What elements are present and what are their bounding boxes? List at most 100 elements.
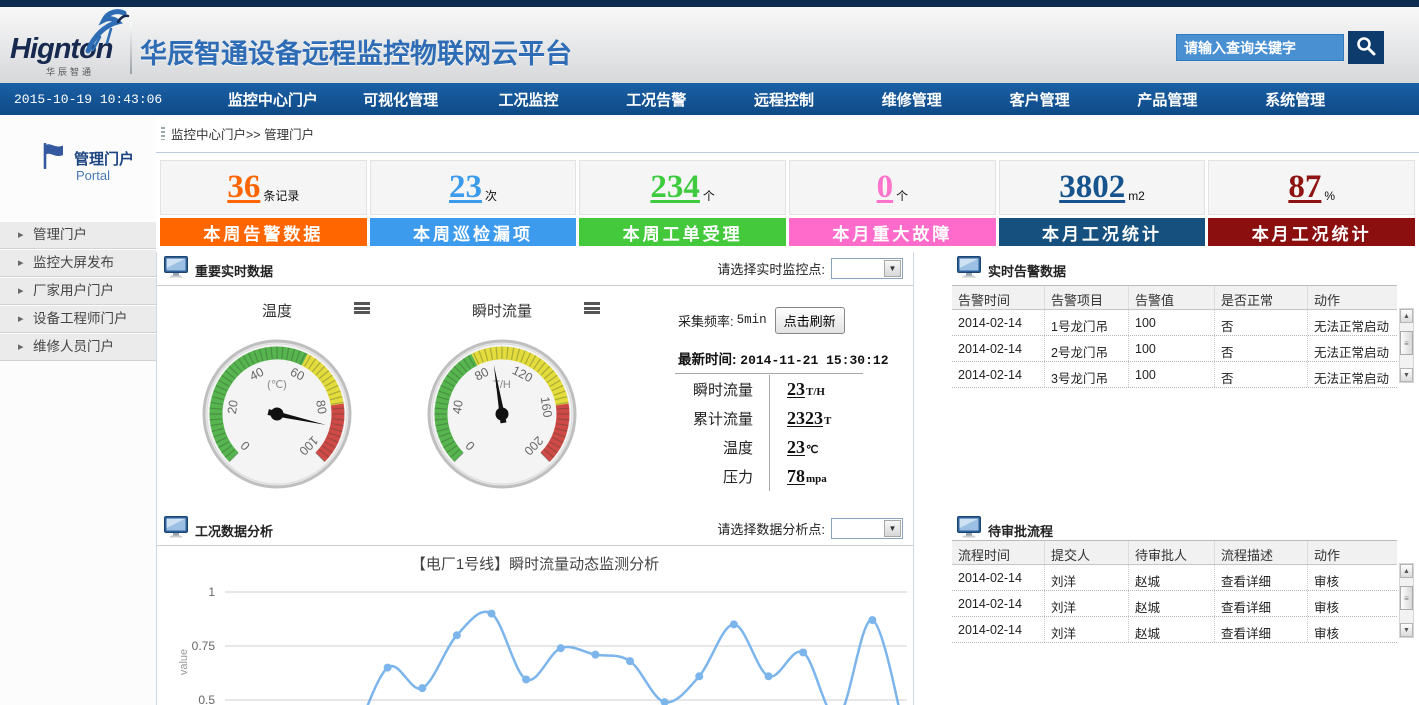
frequency-value: 5min: [737, 313, 767, 327]
stat-card-label[interactable]: 本周告警数据: [160, 218, 367, 246]
stat-card-value-box: 0个: [789, 160, 996, 215]
stat-card-number[interactable]: 23: [449, 171, 482, 204]
table-cell: 2014-02-14: [952, 565, 1044, 590]
stat-card-label[interactable]: 本周巡检漏项: [370, 218, 577, 246]
table-cell[interactable]: 审核: [1307, 591, 1397, 616]
stat-card-label[interactable]: 本月工况统计: [1208, 218, 1415, 246]
approvals-table: 流程时间提交人待审批人流程描述动作2014-02-14刘洋赵城查看详细审核201…: [952, 540, 1397, 643]
nav-item-监控中心门户[interactable]: 监控中心门户: [209, 83, 337, 115]
monitor-point-select-label: 请选择实时监控点:: [717, 259, 825, 278]
column-header-动作: 动作: [1307, 286, 1397, 309]
nav-item-系统管理[interactable]: 系统管理: [1231, 83, 1359, 115]
chart-menu-icon[interactable]: [584, 302, 600, 314]
chevron-down-icon[interactable]: ▼: [884, 520, 901, 537]
scrollbar-thumb[interactable]: ≡: [1400, 586, 1413, 610]
chart-menu-icon[interactable]: [354, 302, 370, 314]
deer-logo-icon: [80, 7, 130, 60]
monitor-point-select[interactable]: ▼: [831, 258, 903, 279]
sidebar-item-监控大屏发布[interactable]: 监控大屏发布: [0, 249, 156, 277]
table-cell[interactable]: 查看详细: [1214, 591, 1307, 616]
reading-row: 瞬时流量23T/H: [630, 375, 831, 404]
monitor-icon: [164, 516, 188, 544]
table-cell[interactable]: 审核: [1307, 617, 1397, 642]
scrollbar-thumb[interactable]: ≡: [1400, 331, 1413, 355]
reading-value: 23T/H: [770, 379, 825, 400]
table-cell[interactable]: 审核: [1307, 565, 1397, 590]
table-cell: 赵城: [1128, 565, 1214, 590]
sidebar-item-设备工程师门户[interactable]: 设备工程师门户: [0, 305, 156, 333]
table-row: 2014-02-14刘洋赵城查看详细审核: [952, 565, 1397, 591]
nav-item-客户管理[interactable]: 客户管理: [976, 83, 1104, 115]
column-header-动作: 动作: [1307, 541, 1397, 564]
frequency-label: 采集频率:: [678, 311, 734, 330]
sidebar-item-管理门户[interactable]: 管理门户: [0, 221, 156, 249]
divider: [156, 152, 1419, 153]
breadcrumb-text: 监控中心门户>> 管理门户: [171, 124, 314, 143]
scroll-down-icon[interactable]: ▼: [1400, 368, 1413, 382]
table-cell: 否: [1214, 310, 1307, 335]
page-title: 华辰智通设备远程监控物联网云平台: [140, 32, 572, 71]
flow-gauge-title: 瞬时流量: [442, 300, 562, 321]
stat-card-unit: 个: [703, 187, 715, 204]
stat-card-label[interactable]: 本周工单受理: [579, 218, 786, 246]
search-input[interactable]: [1176, 34, 1344, 61]
table-header-row: 流程时间提交人待审批人流程描述动作: [952, 541, 1397, 565]
analysis-point-select[interactable]: ▼: [831, 518, 903, 539]
svg-text:20: 20: [225, 399, 241, 415]
table-cell: 1号龙门吊: [1044, 310, 1128, 335]
app-header: Hignton 华辰智通 华辰智通设备远程监控物联网云平台: [0, 7, 1419, 83]
chevron-down-icon[interactable]: ▼: [884, 260, 901, 277]
alarms-section-title: 实时告警数据: [988, 261, 1066, 280]
table-cell[interactable]: 查看详细: [1214, 565, 1307, 590]
scroll-up-icon[interactable]: ▲: [1400, 564, 1413, 578]
stat-card-number[interactable]: 87: [1288, 171, 1321, 204]
stat-card-number[interactable]: 36: [227, 171, 260, 204]
stat-card-unit: 个: [896, 187, 908, 204]
nav-item-工况监控[interactable]: 工况监控: [465, 83, 593, 115]
nav-item-远程控制[interactable]: 远程控制: [720, 83, 848, 115]
reading-label: 压力: [630, 462, 770, 491]
latest-time-value: 2014-11-21 15:30:12: [740, 353, 888, 368]
approvals-table-scrollbar[interactable]: ▲ ≡ ▼: [1399, 563, 1414, 638]
readings-list: 瞬时流量23T/H累计流量2323T温度23℃压力78mpa: [630, 375, 831, 491]
monitor-icon: [957, 256, 981, 284]
reading-row: 温度23℃: [630, 433, 831, 462]
nav-timestamp: 2015-10-19 10:43:06: [0, 92, 209, 107]
table-cell: 赵城: [1128, 617, 1214, 642]
refresh-button[interactable]: 点击刷新: [775, 307, 845, 334]
table-cell: 100: [1128, 336, 1214, 361]
reading-number: 23: [787, 379, 805, 399]
alarms-table-scrollbar[interactable]: ▲ ≡ ▼: [1399, 308, 1414, 383]
stat-card-label[interactable]: 本月工况统计: [999, 218, 1206, 246]
stat-card-value-box: 234个: [579, 160, 786, 215]
flag-icon: [42, 143, 66, 174]
svg-text:(℃): (℃): [267, 379, 287, 391]
table-header-row: 告警时间告警项目告警值是否正常动作: [952, 286, 1397, 310]
analysis-point-select-label: 请选择数据分析点:: [717, 519, 825, 538]
nav-item-维修管理[interactable]: 维修管理: [848, 83, 976, 115]
reading-unit: T/H: [806, 386, 825, 398]
svg-text:1: 1: [208, 585, 215, 599]
nav-item-产品管理[interactable]: 产品管理: [1103, 83, 1231, 115]
stat-card-number[interactable]: 0: [877, 171, 894, 204]
scroll-up-icon[interactable]: ▲: [1400, 309, 1413, 323]
table-cell[interactable]: 查看详细: [1214, 617, 1307, 642]
portal-subtitle: Portal: [76, 168, 110, 183]
sidebar-item-维修人员门户[interactable]: 维修人员门户: [0, 333, 156, 361]
stat-card-number[interactable]: 3802: [1059, 171, 1125, 204]
reading-number: 78: [787, 466, 805, 486]
nav-items: 监控中心门户可视化管理工况监控工况告警远程控制维修管理客户管理产品管理系统管理: [209, 83, 1359, 115]
stat-card-value-box: 87%: [1208, 160, 1415, 215]
reading-row: 压力78mpa: [630, 462, 831, 491]
nav-item-可视化管理[interactable]: 可视化管理: [337, 83, 465, 115]
window-top-strip: [0, 0, 1419, 7]
stat-card-number[interactable]: 234: [650, 171, 700, 204]
table-cell: 无法正常启动: [1307, 336, 1397, 361]
sidebar-item-厂家用户门户[interactable]: 厂家用户门户: [0, 277, 156, 305]
scroll-down-icon[interactable]: ▼: [1400, 623, 1413, 637]
search-button[interactable]: [1348, 31, 1384, 64]
stat-card-value-box: 23次: [370, 160, 577, 215]
stat-card-label[interactable]: 本月重大故障: [789, 218, 996, 246]
nav-item-工况告警[interactable]: 工况告警: [592, 83, 720, 115]
table-cell: 2014-02-14: [952, 617, 1044, 642]
